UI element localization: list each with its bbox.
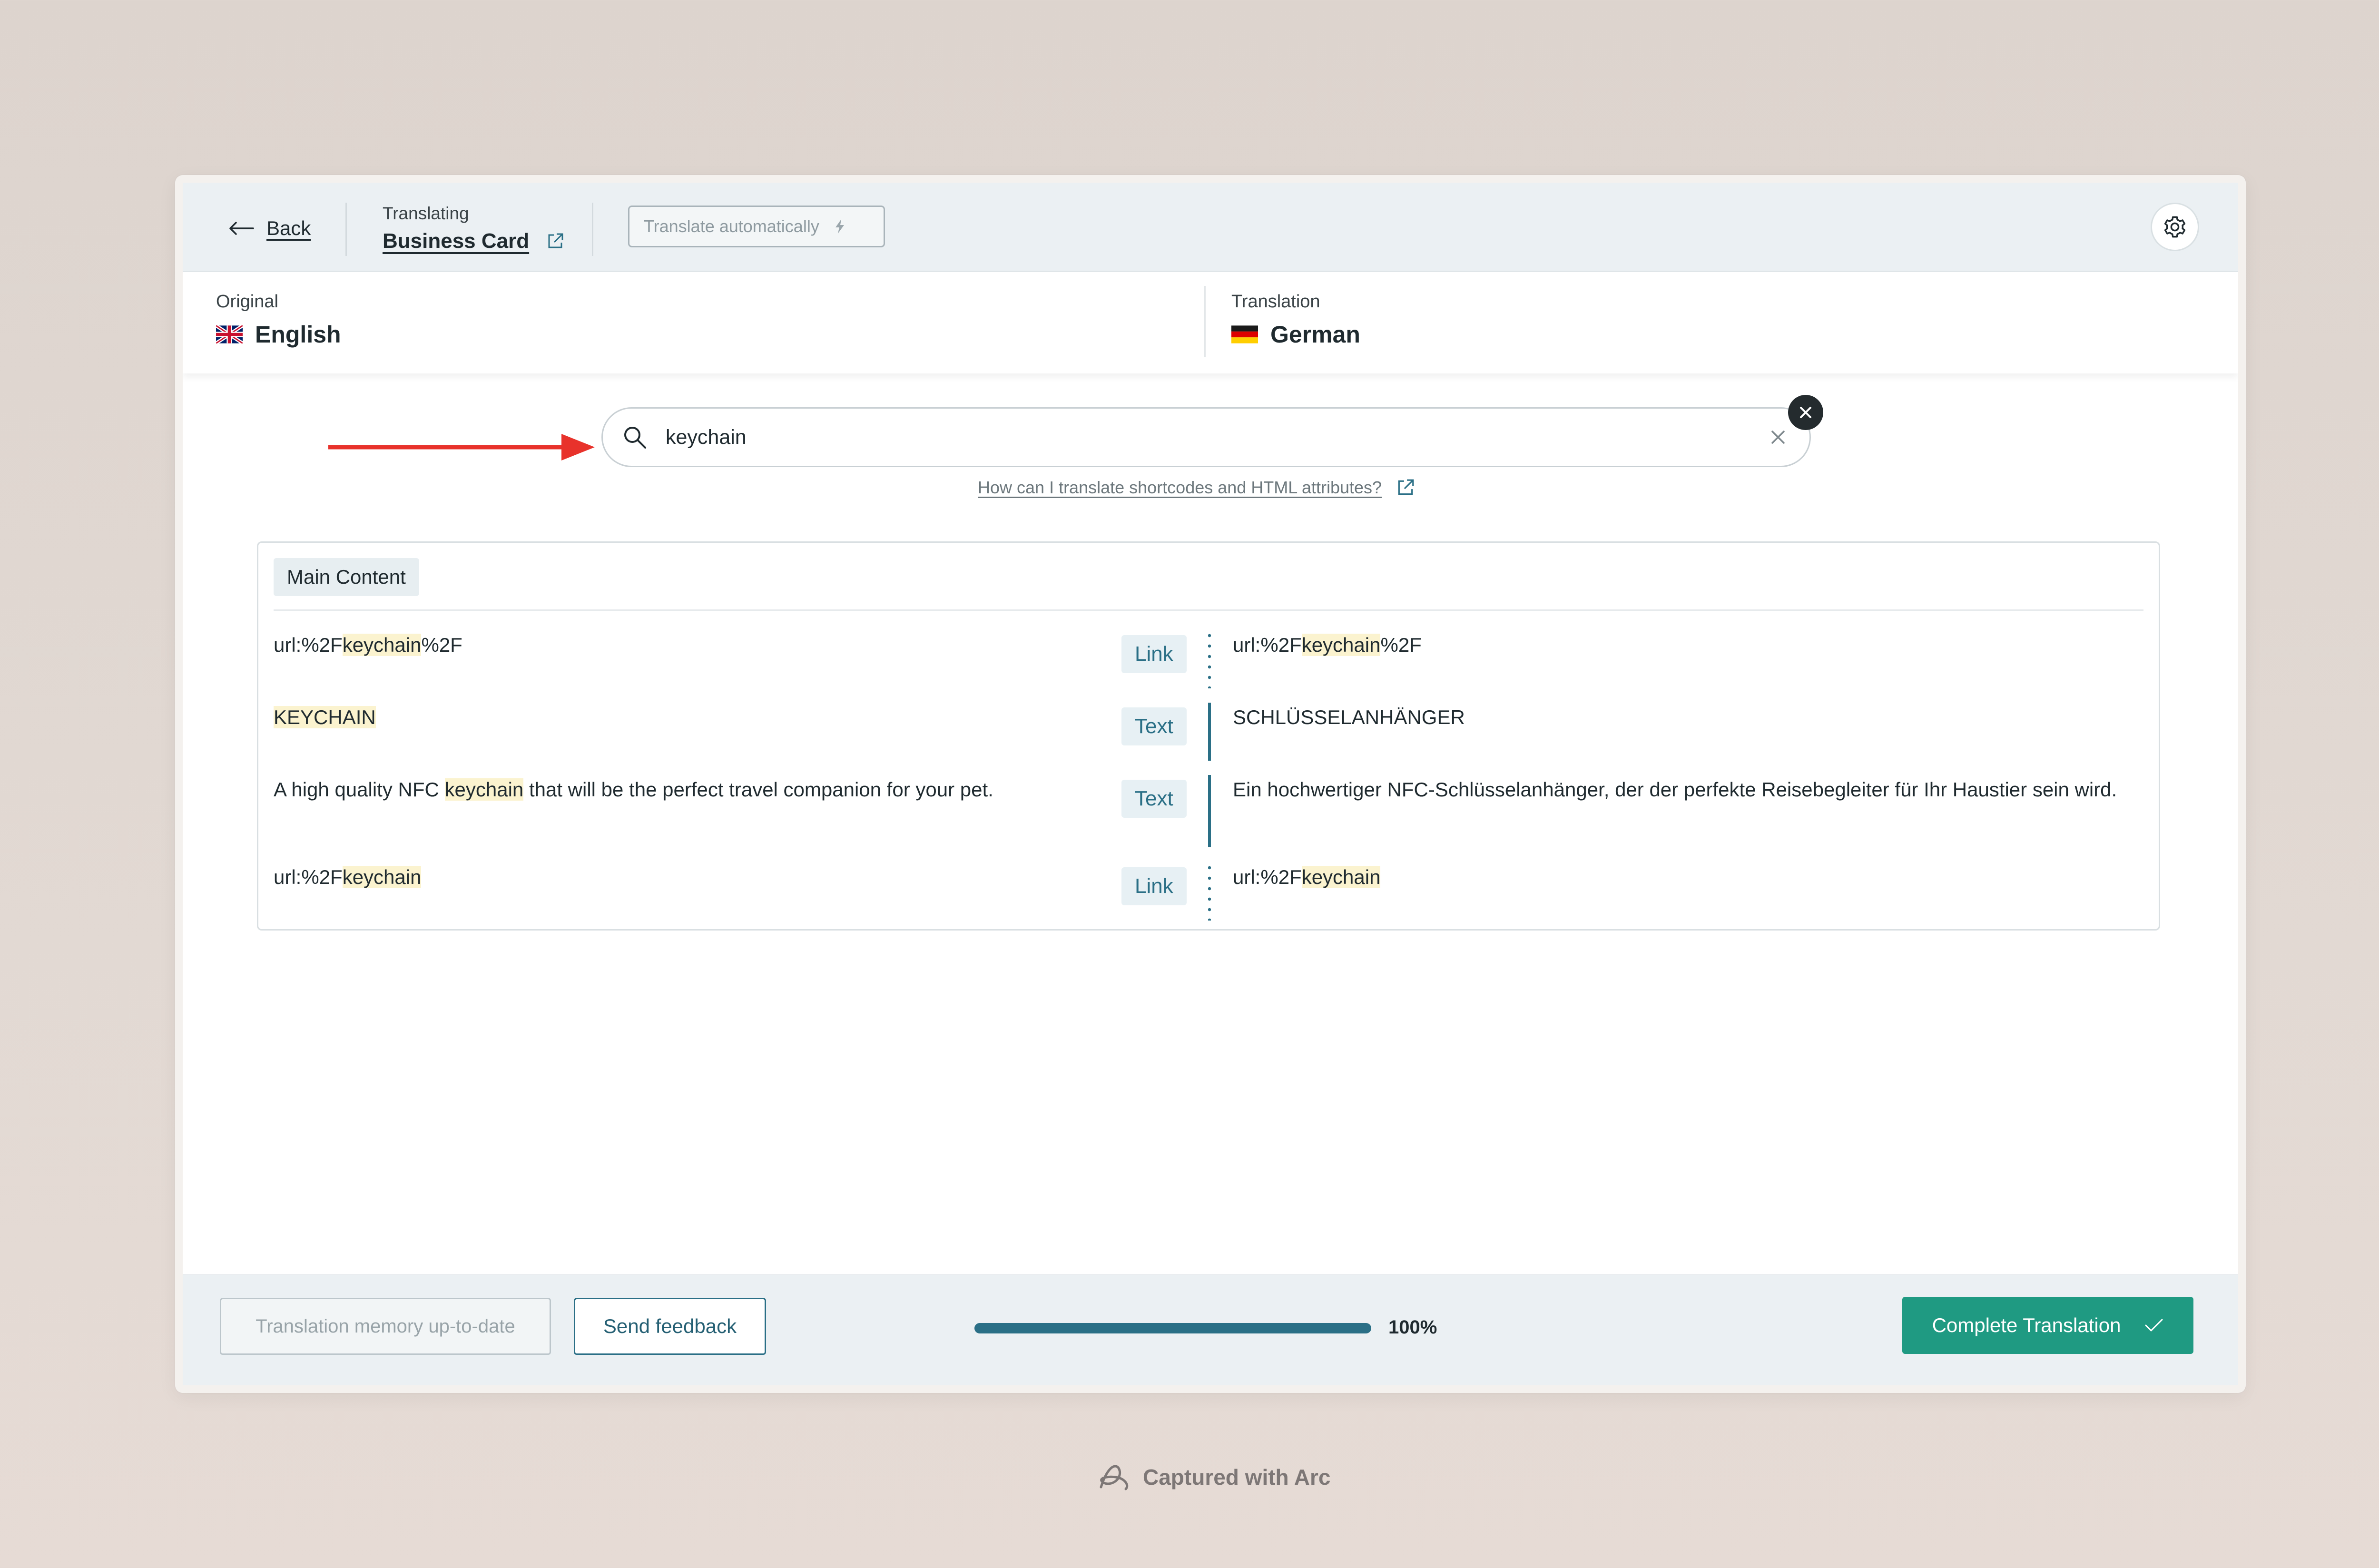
bottom-bar: Translation memory up-to-date Send feedb… [183,1274,2238,1385]
back-label: Back [266,217,311,239]
close-icon [1800,407,1811,418]
document-link[interactable]: Business Card [383,229,529,253]
type-badge: Text [1121,707,1187,745]
settings-button[interactable] [2151,203,2199,251]
translation-text[interactable]: Ein hochwertiger NFC-Schlüsselanhänger, … [1233,775,2146,804]
arrow-left-icon [229,222,254,235]
progress-bar [974,1323,1371,1333]
row-indicator [1208,862,1211,921]
translating-info: Translating Business Card [383,204,564,253]
string-row[interactable]: url:%2Fkeychain%2F Link url:%2Fkeychain%… [258,630,2159,688]
help-link-label: How can I translate shortcodes and HTML … [978,478,1382,497]
type-badge: Link [1121,635,1187,673]
send-feedback-button[interactable]: Send feedback [574,1298,766,1355]
annotation-arrow [328,434,595,461]
divider [345,203,347,256]
type-badge: Link [1121,867,1187,905]
original-language: Original English [216,292,341,348]
original-label: Original [216,292,278,312]
translation-label: Translation [1231,292,1320,312]
translate-automatically-label: Translate automatically [644,216,819,236]
search-icon [624,427,646,449]
watermark: Captured with Arc [1097,1462,1330,1492]
original-text: url:%2Fkeychain%2F [274,634,462,656]
watermark-text: Captured with Arc [1143,1465,1331,1490]
external-link-icon [1398,479,1414,495]
original-text: url:%2Fkeychain [274,866,422,888]
type-badge: Text [1121,780,1187,818]
original-text: KEYCHAIN [274,706,376,728]
top-bar: Back Translating Business Card Translate… [183,183,2238,272]
progress-fill [974,1323,1371,1333]
string-row[interactable]: url:%2Fkeychain Link url:%2Fkeychain [258,862,2159,921]
complete-translation-button[interactable]: Complete Translation [1902,1297,2193,1354]
close-search-button[interactable] [1788,395,1823,430]
divider [592,203,593,256]
translation-language: Translation German [1231,292,1360,348]
bolt-icon [835,219,844,234]
gear-icon [2164,216,2186,238]
translation-text[interactable]: SCHLÜSSELANHÄNGER [1233,703,2146,732]
translating-label: Translating [383,204,469,223]
translation-language-name: German [1270,321,1360,348]
row-indicator [1208,703,1211,761]
language-row: Original English Translation German [183,272,2238,373]
string-row[interactable]: A high quality NFC keychain that will be… [258,775,2159,847]
external-link-icon[interactable] [546,232,564,250]
complete-translation-label: Complete Translation [1932,1314,2121,1336]
translation-text[interactable]: url:%2Fkeychain%2F [1233,630,2146,660]
clear-icon[interactable] [1770,429,1787,446]
check-icon [2145,1319,2163,1332]
search-field[interactable]: keychain [601,407,1811,467]
string-row[interactable]: KEYCHAIN Text SCHLÜSSELANHÄNGER [258,703,2159,761]
uk-flag-icon [216,325,243,343]
divider [274,609,2143,611]
de-flag-icon [1231,325,1258,343]
original-language-name: English [255,321,341,348]
section-tag: Main Content [274,558,419,596]
translation-editor: Back Translating Business Card Translate… [183,183,2238,1385]
original-text: A high quality NFC keychain that will be… [274,778,993,801]
row-indicator [1208,775,1211,847]
content-card: Main Content url:%2Fkeychain%2F Link url… [257,541,2160,931]
translation-text[interactable]: url:%2Fkeychain [1233,862,2146,892]
translate-automatically-button[interactable]: Translate automatically [628,206,885,247]
row-indicator [1208,630,1211,688]
progress-label: 100% [1388,1317,1437,1338]
arc-logo-icon [1100,1465,1129,1490]
search-input[interactable]: keychain [666,426,1770,449]
help-link[interactable]: How can I translate shortcodes and HTML … [978,478,1415,498]
back-link[interactable]: Back [228,214,311,243]
translation-memory-button[interactable]: Translation memory up-to-date [220,1298,551,1355]
divider [1204,286,1206,357]
app-window: Back Translating Business Card Translate… [175,175,2246,1393]
